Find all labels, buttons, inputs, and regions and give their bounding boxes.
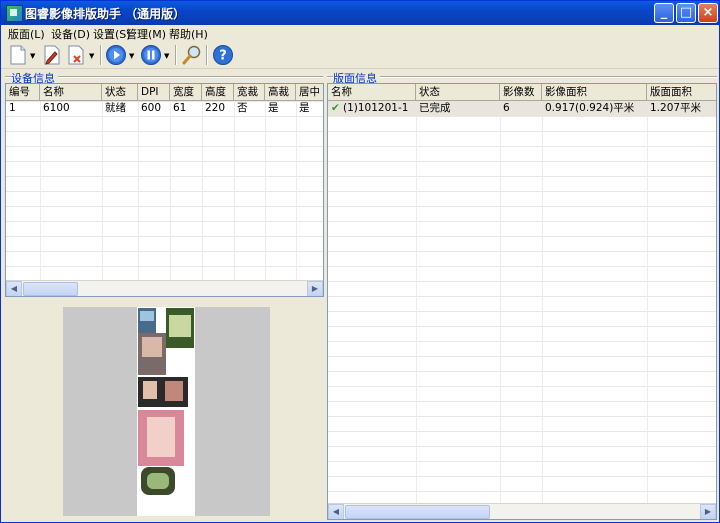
maximize-button[interactable]: □ xyxy=(676,3,696,23)
column-header[interactable]: 宽裁 xyxy=(234,84,265,100)
scroll-left-icon[interactable]: ◀ xyxy=(328,504,344,519)
table-cell: 是 xyxy=(299,102,310,114)
column-header[interactable]: 名称 xyxy=(328,84,416,100)
table-cell: 6 xyxy=(503,102,510,114)
column-header[interactable]: 状态 xyxy=(102,84,138,100)
column-header[interactable]: 状态 xyxy=(416,84,500,100)
menu-help[interactable]: 帮助(H) xyxy=(169,26,208,42)
photo-thumbnail xyxy=(143,381,157,399)
svg-text:?: ? xyxy=(219,49,227,64)
new-document-icon[interactable] xyxy=(7,44,29,66)
photo-thumbnail xyxy=(147,417,175,457)
pause-dropdown-icon[interactable]: ▼ xyxy=(164,52,169,60)
scroll-right-icon[interactable]: ▶ xyxy=(307,281,323,296)
new-dropdown-icon[interactable]: ▼ xyxy=(30,52,35,60)
edit-icon[interactable] xyxy=(41,44,63,66)
table-cell: 否 xyxy=(237,102,248,114)
device-table: 编号 名称 状态 DPI 宽度 高度 宽裁 高裁 居中 1 6100 就绪 60… xyxy=(5,83,324,297)
table-cell: 6100 xyxy=(43,102,70,114)
preview-photos xyxy=(138,308,194,495)
menu-device[interactable]: 设备(D) xyxy=(51,26,90,42)
toolbar-separator xyxy=(175,45,177,65)
toolbar-separator xyxy=(206,45,208,65)
delete-icon[interactable] xyxy=(65,44,87,66)
help-icon[interactable]: ? xyxy=(212,44,234,66)
title-bar[interactable]: 图睿影像排版助手 （通用版） _ □ × xyxy=(1,1,719,25)
device-table-body xyxy=(6,101,323,296)
scroll-right-icon[interactable]: ▶ xyxy=(700,504,716,519)
table-cell: 600 xyxy=(141,102,162,114)
scroll-left-icon[interactable]: ◀ xyxy=(6,281,22,296)
close-button[interactable]: × xyxy=(698,3,718,23)
layout-preview-area xyxy=(5,300,324,520)
window-title: 图睿影像排版助手 （通用版） xyxy=(25,7,186,21)
table-cell: (1)101201-1 xyxy=(343,102,409,114)
table-cell: 220 xyxy=(205,102,226,114)
table-cell: 就绪 xyxy=(105,102,126,114)
column-header[interactable]: 影像数 xyxy=(500,84,542,100)
table-row[interactable]: ✔ (1)101201-1 已完成 6 0.917(0.924)平米 1.207… xyxy=(328,101,716,116)
table-cell: 61 xyxy=(173,102,187,114)
device-table-hscrollbar[interactable]: ◀ ▶ xyxy=(6,280,323,296)
table-cell: 是 xyxy=(268,102,279,114)
app-logo-icon xyxy=(6,5,23,22)
column-header[interactable]: 高度 xyxy=(202,84,234,100)
device-table-header: 编号 名称 状态 DPI 宽度 高度 宽裁 高裁 居中 xyxy=(6,84,323,101)
column-header[interactable]: DPI xyxy=(138,84,170,100)
layout-table-hscrollbar[interactable]: ◀ ▶ xyxy=(328,503,716,519)
photo-thumbnail xyxy=(147,473,169,489)
layout-table-header: 名称 状态 影像数 影像面积 版面面积 xyxy=(328,84,716,101)
minimize-button[interactable]: _ xyxy=(654,3,674,23)
toolbar-separator xyxy=(100,45,102,65)
table-row[interactable]: 1 6100 就绪 600 61 220 否 是 是 xyxy=(6,101,323,116)
table-cell: 1 xyxy=(9,102,16,114)
menu-bar: 版面(L) 设备(D) 设置(S) 管理(M) 帮助(H) xyxy=(1,25,719,42)
table-cell: 已完成 xyxy=(419,102,451,114)
column-header[interactable]: 影像面积 xyxy=(542,84,647,100)
photo-thumbnail xyxy=(142,337,162,357)
scroll-thumb[interactable] xyxy=(345,505,490,519)
table-cell: 1.207平米 xyxy=(650,102,702,114)
play-dropdown-icon[interactable]: ▼ xyxy=(129,52,134,60)
delete-dropdown-icon[interactable]: ▼ xyxy=(89,52,94,60)
column-header[interactable]: 名称 xyxy=(40,84,102,100)
column-header[interactable]: 版面面积 xyxy=(647,84,716,100)
layout-panel-rule xyxy=(327,76,717,78)
menu-layout[interactable]: 版面(L) xyxy=(8,26,45,42)
column-header[interactable]: 居中 xyxy=(296,84,323,100)
photo-thumbnail xyxy=(169,315,191,337)
column-header[interactable]: 宽度 xyxy=(170,84,202,100)
pause-icon[interactable] xyxy=(140,44,162,66)
table-cell: 0.917(0.924)平米 xyxy=(545,102,635,114)
app-window: 图睿影像排版助手 （通用版） _ □ × 版面(L) 设备(D) 设置(S) 管… xyxy=(0,0,720,523)
photo-thumbnail xyxy=(140,311,154,321)
toolbar: ▼ ▼ ▼ ▼ ? xyxy=(1,42,719,69)
photo-thumbnail xyxy=(165,381,183,401)
play-icon[interactable] xyxy=(105,44,127,66)
layout-table: 名称 状态 影像数 影像面积 版面面积 ✔ (1)101201-1 已完成 6 … xyxy=(327,83,717,520)
column-header[interactable]: 高裁 xyxy=(265,84,296,100)
menu-settings[interactable]: 设置(S) xyxy=(93,26,131,42)
search-icon[interactable] xyxy=(181,44,203,66)
layout-table-body xyxy=(328,101,716,519)
column-header[interactable]: 编号 xyxy=(6,84,40,100)
menu-manage[interactable]: 管理(M) xyxy=(126,26,166,42)
scroll-thumb[interactable] xyxy=(23,282,78,296)
